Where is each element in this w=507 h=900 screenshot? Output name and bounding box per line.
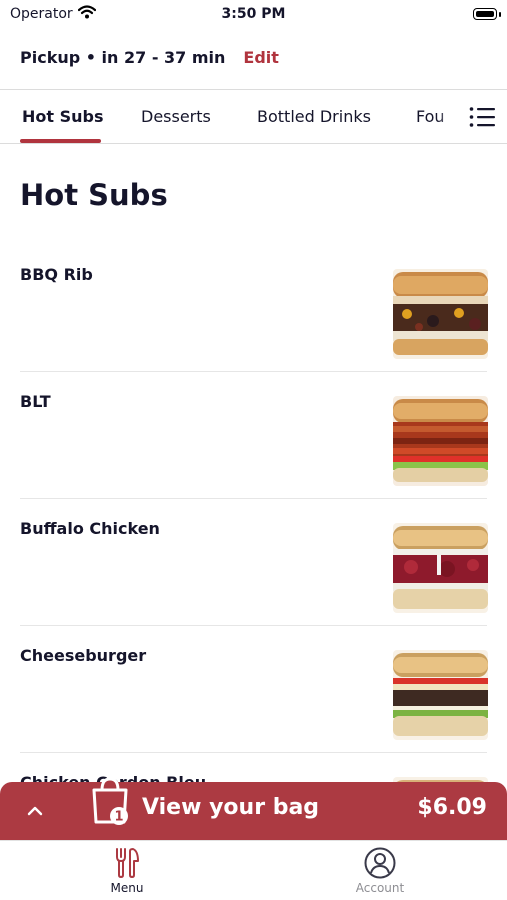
chevron-up-icon[interactable] bbox=[22, 798, 48, 824]
status-time: 3:50 PM bbox=[221, 6, 286, 22]
tab-bottled-drinks[interactable]: Bottled Drinks bbox=[257, 107, 371, 126]
tab-desserts[interactable]: Desserts bbox=[141, 107, 211, 126]
bottom-nav: Menu Account bbox=[0, 840, 507, 900]
bag-count: 1 bbox=[114, 810, 123, 825]
menu-item-blt[interactable]: BLT bbox=[0, 372, 507, 499]
category-tabs: Hot Subs Desserts Bottled Drinks Fou bbox=[0, 90, 507, 144]
section-title: Hot Subs bbox=[20, 178, 168, 212]
view-bag-bar[interactable]: View your bag $6.09 bbox=[0, 782, 507, 840]
account-icon bbox=[364, 847, 396, 879]
tab-hot-subs[interactable]: Hot Subs bbox=[22, 107, 104, 126]
battery-cap bbox=[499, 12, 501, 17]
view-bag-label: View your bag bbox=[142, 795, 320, 820]
fork-knife-icon bbox=[116, 848, 139, 879]
bag-total: $6.09 bbox=[417, 795, 487, 820]
edit-pickup-link[interactable]: Edit bbox=[243, 48, 279, 67]
nav-account-label: Account bbox=[355, 881, 405, 895]
pickup-time-label: Pickup • in 27 - 37 min bbox=[20, 47, 226, 67]
menu-item-name: BBQ Rib bbox=[20, 265, 93, 284]
menu-item-name: Buffalo Chicken bbox=[20, 519, 160, 538]
nav-menu[interactable]: Menu bbox=[67, 847, 187, 895]
nav-account[interactable]: Account bbox=[320, 847, 440, 895]
cheeseburger-sub-image bbox=[393, 650, 488, 740]
battery-icon bbox=[473, 8, 497, 20]
tabs-divider bbox=[0, 143, 507, 144]
status-bar: Operator 3:50 PM bbox=[0, 0, 507, 28]
nav-menu-label: Menu bbox=[110, 881, 144, 895]
buffalo-chicken-sub-image bbox=[393, 523, 488, 613]
blt-sub-image bbox=[393, 396, 488, 486]
shopping-bag-icon: 1 bbox=[92, 777, 128, 825]
list-icon bbox=[469, 106, 495, 127]
menu-item-bbq-rib[interactable]: BBQ Rib bbox=[0, 245, 507, 372]
menu-item-name: Cheeseburger bbox=[20, 646, 147, 665]
category-list-button[interactable] bbox=[456, 90, 507, 143]
menu-item-name: BLT bbox=[20, 392, 51, 411]
bbq-rib-sub-image bbox=[393, 269, 488, 359]
menu-item-buffalo-chicken[interactable]: Buffalo Chicken bbox=[0, 499, 507, 626]
pickup-info: Pickup • in 27 - 37 min Edit bbox=[20, 45, 279, 69]
menu-item-cheeseburger[interactable]: Cheeseburger bbox=[0, 626, 507, 753]
